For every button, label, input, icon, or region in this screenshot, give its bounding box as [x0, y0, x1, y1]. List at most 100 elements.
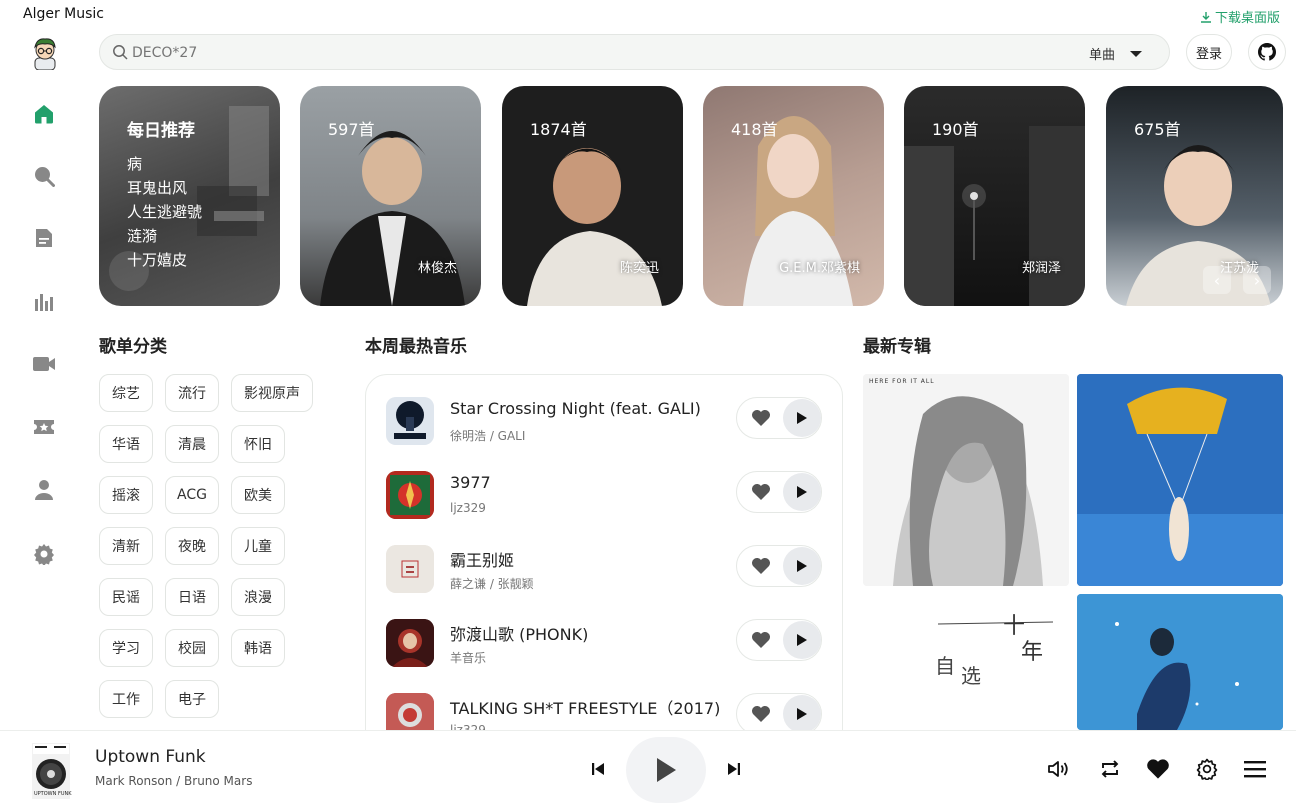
song-artist: 徐明浩 / GALI — [450, 429, 526, 443]
play-song-button[interactable] — [783, 621, 821, 659]
category-tag[interactable]: 欧美 — [231, 476, 285, 514]
artist-card[interactable]: 675首 汪苏泷 ‹ › — [1106, 86, 1283, 306]
artist-song-count: 597首 — [328, 120, 375, 139]
category-tag[interactable]: 影视原声 — [231, 374, 313, 412]
download-label: 下载桌面版 — [1214, 11, 1280, 26]
menu-icon — [1244, 761, 1266, 778]
caret-down-icon — [1130, 50, 1142, 57]
player-settings-button[interactable] — [1194, 757, 1220, 781]
nav-charts[interactable] — [30, 288, 58, 316]
gear-icon — [33, 544, 54, 565]
category-tag[interactable]: ACG — [165, 476, 219, 514]
previous-button[interactable] — [588, 759, 608, 779]
nav-search[interactable] — [30, 162, 58, 190]
github-button[interactable] — [1248, 34, 1286, 70]
heart-icon[interactable] — [751, 409, 771, 427]
category-tag[interactable]: 电子 — [165, 680, 219, 718]
download-desktop-link[interactable]: 下载桌面版 — [1200, 7, 1280, 26]
category-tag[interactable]: 学习 — [99, 629, 153, 667]
play-song-button[interactable] — [783, 399, 821, 437]
category-tag[interactable]: 流行 — [165, 374, 219, 412]
volume-button[interactable] — [1046, 757, 1072, 781]
play-icon — [797, 708, 807, 720]
nav-home[interactable] — [30, 100, 58, 128]
category-tag[interactable]: 校园 — [165, 629, 219, 667]
artist-song-count: 1874首 — [530, 120, 587, 139]
daily-song: 耳鬼出风 — [127, 179, 188, 197]
home-icon — [35, 105, 53, 124]
category-tag[interactable]: 摇滚 — [99, 476, 153, 514]
category-tag[interactable]: 儿童 — [231, 527, 285, 565]
category-tag[interactable]: 夜晚 — [165, 527, 219, 565]
carousel-prev-button[interactable]: ‹ — [1203, 266, 1231, 294]
category-tag[interactable]: 清晨 — [165, 425, 219, 463]
play-song-button[interactable] — [783, 695, 821, 733]
category-tag[interactable]: 华语 — [99, 425, 153, 463]
heart-icon[interactable] — [751, 631, 771, 649]
hot-song-row[interactable]: Star Crossing Night (feat. GALI) 徐明浩 / G… — [386, 393, 826, 449]
album-cover[interactable] — [1077, 594, 1283, 730]
hot-song-row[interactable]: 3977 ljz329 — [386, 467, 826, 523]
nav-settings[interactable] — [30, 540, 58, 568]
album-text: 自 — [935, 654, 955, 678]
category-tag[interactable]: 日语 — [165, 578, 219, 616]
category-tag[interactable]: 综艺 — [99, 374, 153, 412]
artist-card[interactable]: 1874首 陈奕迅 — [502, 86, 683, 306]
chevron-left-icon: ‹ — [1213, 270, 1221, 290]
categories-title: 歌单分类 — [99, 337, 167, 357]
playlist-menu-button[interactable] — [1242, 757, 1268, 781]
heart-icon[interactable] — [751, 705, 771, 723]
album-cover[interactable] — [1077, 374, 1283, 586]
player-bar: UPTOWN FUNK Uptown Funk Mark Ronson / Br… — [0, 730, 1296, 803]
search-icon — [113, 45, 128, 60]
song-cover — [386, 471, 434, 519]
player-cover-text: UPTOWN FUNK — [34, 791, 72, 797]
play-song-button[interactable] — [783, 473, 821, 511]
nav-favorites[interactable] — [30, 413, 58, 441]
heart-icon[interactable] — [751, 483, 771, 501]
artist-card[interactable]: 418首 G.E.M.邓紫棋 — [703, 86, 884, 306]
next-button[interactable] — [724, 759, 744, 779]
category-tag[interactable]: 民谣 — [99, 578, 153, 616]
player-song-artist: Mark Ronson / Bruno Mars — [95, 774, 253, 788]
category-tag[interactable]: 怀旧 — [231, 425, 285, 463]
github-icon — [1258, 43, 1276, 61]
hot-music-list: Star Crossing Night (feat. GALI) 徐明浩 / G… — [365, 374, 843, 754]
carousel-next-button[interactable]: › — [1243, 266, 1271, 294]
gear-icon — [1196, 758, 1218, 780]
artist-song-count: 418首 — [731, 120, 778, 139]
play-song-button[interactable] — [783, 547, 821, 585]
user-avatar[interactable] — [31, 36, 59, 71]
search-input[interactable] — [132, 42, 1032, 64]
search-type-dropdown[interactable]: 单曲 — [1089, 44, 1143, 63]
nav-mv[interactable] — [30, 350, 58, 378]
daily-recommend-card[interactable]: 每日推荐 病 耳鬼出风 人生逃避號 涟漪 十万嬉皮 — [99, 86, 280, 306]
category-tag[interactable]: 清新 — [99, 527, 153, 565]
favorite-button[interactable] — [1145, 757, 1171, 781]
nav-user[interactable] — [30, 476, 58, 504]
bar-chart-icon — [35, 294, 53, 311]
album-cover[interactable]: 十 年 自 选 — [863, 594, 1069, 730]
artist-card[interactable]: 190首 郑润泽 — [904, 86, 1085, 306]
hot-song-row[interactable]: 弥渡山歌 (PHONK) 羊音乐 — [386, 615, 826, 671]
category-tag[interactable]: 浪漫 — [231, 578, 285, 616]
album-cover[interactable]: HERE FOR IT ALL — [863, 374, 1069, 586]
hot-song-row[interactable]: 霸王别姬 薛之谦 / 张靓颖 — [386, 541, 826, 597]
play-icon — [797, 560, 807, 572]
artist-card[interactable]: 597首 林俊杰 — [300, 86, 481, 306]
nav-playlist[interactable] — [30, 224, 58, 252]
repeat-mode-button[interactable] — [1097, 757, 1123, 781]
player-cover[interactable]: UPTOWN FUNK — [32, 743, 72, 799]
category-tag[interactable]: 韩语 — [231, 629, 285, 667]
volume-icon — [1048, 761, 1068, 777]
heart-icon[interactable] — [751, 557, 771, 575]
ticket-star-icon — [34, 420, 54, 434]
play-pause-button[interactable] — [626, 737, 706, 803]
repeat-icon — [1101, 760, 1119, 778]
category-tag[interactable]: 工作 — [99, 680, 153, 718]
daily-song: 十万嬉皮 — [127, 251, 188, 269]
login-button[interactable]: 登录 — [1186, 34, 1232, 70]
play-icon — [797, 412, 807, 424]
song-title: Star Crossing Night (feat. GALI) — [450, 399, 701, 418]
skip-next-icon — [728, 763, 740, 775]
